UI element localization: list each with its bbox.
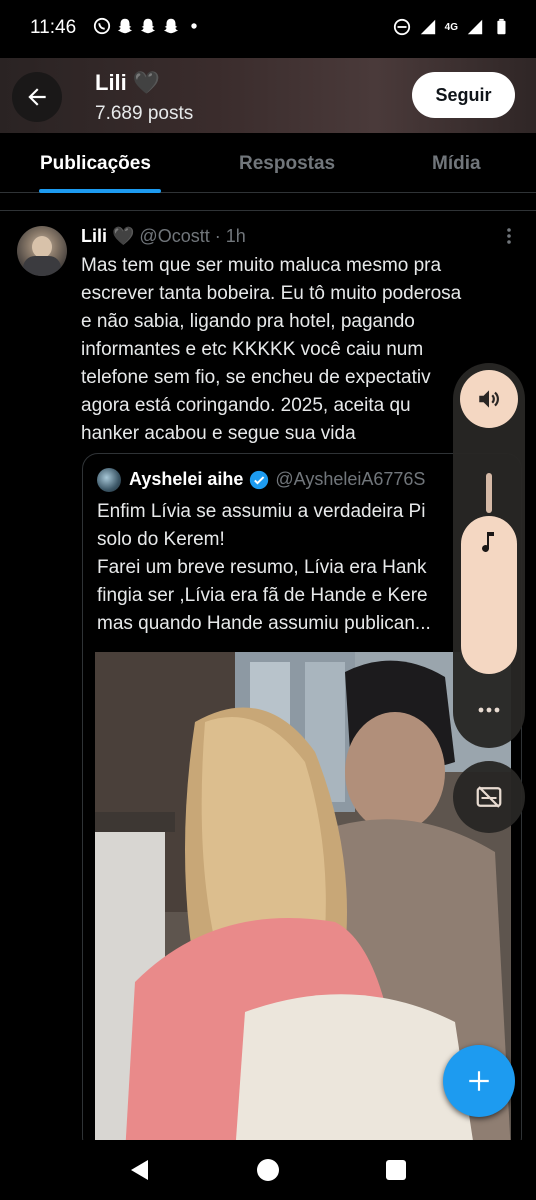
profile-name: Lili 🖤 xyxy=(95,70,161,95)
avatar-body xyxy=(23,256,61,276)
snapchat-icon xyxy=(163,18,179,34)
snapchat-icon xyxy=(140,18,156,34)
status-time: 11:46 xyxy=(30,17,77,38)
tweet-header: Lili 🖤 @Ocostt · 1h xyxy=(81,226,246,247)
compose-button[interactable] xyxy=(443,1045,515,1117)
volume-icon xyxy=(479,390,499,408)
do-not-disturb-icon xyxy=(393,18,410,36)
avatar-face xyxy=(32,236,52,258)
dot-icon xyxy=(191,23,197,29)
home-button[interactable] xyxy=(257,1159,279,1181)
tab-publicacoes[interactable]: Publicações xyxy=(40,153,151,175)
system-icons: 4G xyxy=(393,18,510,36)
whatsapp-icon xyxy=(93,17,111,35)
volume-track[interactable] xyxy=(486,473,492,513)
tweet-time: 1h xyxy=(225,226,246,246)
profile-header: Lili 🖤 7.689 posts Seguir xyxy=(0,58,536,133)
more-options-icon[interactable] xyxy=(504,226,514,246)
arrow-left-icon xyxy=(28,88,46,106)
back-button[interactable] xyxy=(12,72,62,122)
tab-respostas[interactable]: Respostas xyxy=(239,153,335,175)
system-navigation-bar xyxy=(0,1140,536,1200)
battery-icon xyxy=(497,18,506,35)
recent-apps-button[interactable] xyxy=(386,1160,406,1180)
music-note-icon xyxy=(482,532,494,552)
post-count: 7.689 posts xyxy=(95,103,194,124)
signal-icon xyxy=(467,19,483,35)
network-type: 4G xyxy=(444,21,458,33)
quote-author-handle: @AysheleiA6776S xyxy=(275,469,426,489)
media-volume-slider[interactable] xyxy=(461,516,517,674)
active-tab-indicator xyxy=(39,189,161,193)
meta-separator: · xyxy=(214,226,221,246)
live-caption-button[interactable] xyxy=(453,761,525,833)
quote-author-name: Ayshelei aihe xyxy=(129,469,244,489)
tweet-author-name[interactable]: Lili 🖤 xyxy=(81,226,134,247)
plus-icon xyxy=(469,1071,489,1091)
volume-panel xyxy=(453,363,525,748)
captions-off-icon xyxy=(476,786,502,808)
back-triangle-icon[interactable] xyxy=(128,1158,150,1182)
more-options-icon[interactable] xyxy=(476,703,502,717)
quote-header: Ayshelei aihe @AysheleiA6776S xyxy=(129,469,425,490)
tab-midia[interactable]: Mídia xyxy=(432,153,481,175)
profile-tabs: Publicações Respostas Mídia xyxy=(0,133,536,193)
divider xyxy=(0,210,536,211)
avatar[interactable] xyxy=(17,226,67,276)
quote-text: Enfim Lívia se assumiu a verdadeira Pi s… xyxy=(97,501,431,634)
verified-badge-icon xyxy=(250,470,269,489)
follow-button[interactable]: Seguir xyxy=(412,72,515,118)
status-bar: 11:46 4G xyxy=(0,0,536,58)
tweet-author-handle[interactable]: @Ocostt xyxy=(139,226,209,247)
notification-icons xyxy=(93,17,203,35)
volume-button[interactable] xyxy=(460,370,518,428)
quote-avatar xyxy=(97,468,121,492)
signal-icon xyxy=(420,19,435,35)
snapchat-icon xyxy=(117,18,133,34)
